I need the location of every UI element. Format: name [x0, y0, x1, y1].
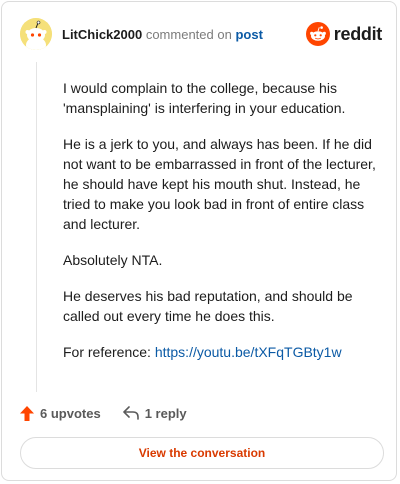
- upvote-count: 6 upvotes: [40, 405, 101, 421]
- avatar[interactable]: [20, 18, 52, 50]
- brand-wordmark: reddit: [333, 23, 383, 44]
- action-text: commented on: [145, 27, 232, 42]
- comment-header: LitChick2000 commented on post reddit: [20, 18, 382, 52]
- reddit-alien-icon: [305, 22, 330, 46]
- reference-link[interactable]: https://youtu.be/tXFqTGBty1w: [155, 344, 342, 360]
- reddit-logo[interactable]: reddit: [305, 21, 383, 47]
- comment-paragraph-1: I would complain to the college, because…: [63, 80, 346, 116]
- reply-button[interactable]: 1 reply: [122, 405, 187, 421]
- comment-paragraph-4: He deserves his bad reputation, and shou…: [63, 288, 353, 324]
- post-link[interactable]: post: [235, 27, 262, 42]
- view-conversation-button[interactable]: View the conversation: [20, 437, 384, 469]
- thread-line: [36, 62, 37, 392]
- username-link[interactable]: LitChick2000: [62, 27, 142, 42]
- upvote-button[interactable]: 6 upvotes: [20, 405, 101, 421]
- reply-icon: [122, 406, 139, 420]
- reference-prefix: For reference:: [63, 344, 155, 360]
- comment-card: LitChick2000 commented on post reddit I …: [1, 1, 397, 481]
- comment-body: I would complain to the college, because…: [63, 78, 378, 378]
- upvote-arrow-icon: [20, 405, 34, 421]
- comment-paragraph-2: He is a jerk to you, and always has been…: [63, 136, 376, 232]
- snoo-avatar-icon: [20, 18, 52, 50]
- reply-count: 1 reply: [144, 405, 187, 421]
- comment-byline: LitChick2000 commented on post: [62, 27, 263, 43]
- comment-paragraph-5: For reference: https://youtu.be/tXFqTGBt…: [63, 342, 378, 362]
- comment-actions: 6 upvotes 1 reply: [20, 403, 187, 423]
- comment-paragraph-3: Absolutely NTA.: [63, 252, 163, 268]
